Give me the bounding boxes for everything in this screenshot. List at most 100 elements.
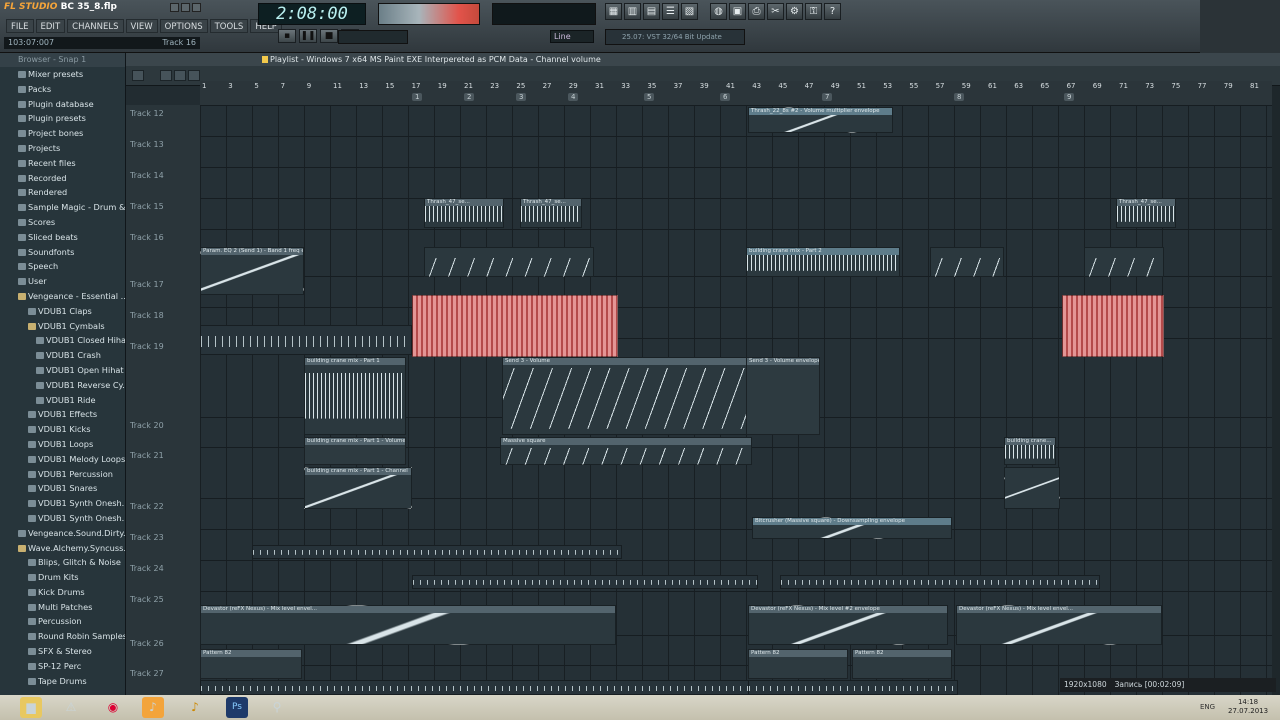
play-button[interactable]: ❚❚ xyxy=(299,29,317,43)
playlist-clip[interactable]: building crane mix - Part 1 xyxy=(304,357,406,435)
menu-item[interactable]: FILE xyxy=(6,19,34,33)
track-name[interactable]: Track 13 xyxy=(130,140,164,149)
menu-item[interactable]: CHANNELS xyxy=(67,19,124,33)
playlist-clip[interactable] xyxy=(1084,247,1164,277)
playlist-clip[interactable]: Send 3 - Volume envelope xyxy=(746,357,820,435)
track-name[interactable]: Track 25 xyxy=(130,595,164,604)
browser-item[interactable]: Recorded xyxy=(0,171,125,186)
track-lane[interactable] xyxy=(200,167,1272,198)
browser-item[interactable]: VDUB1 Ride xyxy=(0,393,125,408)
browser-item[interactable]: Plugin database xyxy=(0,97,125,112)
playlist-clip[interactable]: Thrash_22_8s #2 - Volume multiplier enve… xyxy=(748,107,893,133)
browser-item[interactable]: VDUB1 Crash xyxy=(0,348,125,363)
playlist-clip[interactable] xyxy=(1062,295,1164,357)
track-name[interactable]: Track 19 xyxy=(130,342,164,351)
minimize-icon[interactable] xyxy=(170,3,179,12)
track-lane[interactable] xyxy=(200,105,1272,136)
system-clock[interactable]: 14:18 27.07.2013 xyxy=(1228,698,1268,716)
pattern-song-toggle[interactable]: ▪ xyxy=(278,29,296,43)
playlist-clip[interactable]: building crane mix - Part 1 - Channel xyxy=(304,467,412,509)
timeline-ruler[interactable]: 1 3 5 7 9 11 13 15 17 19 21 23 25 27 29 31 33 35 37 39 41 43 4… xyxy=(200,81,1272,105)
snap-selector[interactable]: Line xyxy=(550,30,594,43)
playlist-clip[interactable] xyxy=(412,575,758,589)
track-name[interactable]: Track 17 xyxy=(130,280,164,289)
taskbar-explorer[interactable]: ▆ xyxy=(20,697,42,718)
ruler-section-marker[interactable]: 1 xyxy=(412,93,423,101)
browser-item[interactable]: VDUB1 Kicks xyxy=(0,422,125,437)
browser-item[interactable]: VDUB1 Synth Onesh... xyxy=(0,511,125,526)
mixer-icon[interactable]: ☰ xyxy=(662,3,679,20)
playlist-icon[interactable]: ▦ xyxy=(605,3,622,20)
ruler-section-marker[interactable]: 9 xyxy=(1064,93,1075,101)
playlist-clip[interactable]: Send 3 - Volume xyxy=(502,357,754,435)
playlist-clip[interactable]: Pattern 82 xyxy=(200,649,302,679)
taskbar-fl-studio-2[interactable]: ♪ xyxy=(184,697,206,718)
playlist-clip[interactable]: Devastor (reFX Nexus) - Mix level envel.… xyxy=(200,605,616,645)
browser-item[interactable]: Kick Drums xyxy=(0,585,125,600)
track-name[interactable]: Track 20 xyxy=(130,421,164,430)
pl-paint-icon[interactable] xyxy=(174,70,186,81)
track-name[interactable]: Track 21 xyxy=(130,451,164,460)
taskbar-app-1[interactable]: ⚠ xyxy=(60,697,82,718)
track-name[interactable]: Track 15 xyxy=(130,202,164,211)
browser-item[interactable]: VDUB1 Melody Loops xyxy=(0,452,125,467)
browser-item[interactable]: Rendered xyxy=(0,185,125,200)
stop-button[interactable]: ■ xyxy=(320,29,338,43)
browser-icon[interactable]: ▧ xyxy=(681,3,698,20)
browser-item[interactable]: Project bones xyxy=(0,126,125,141)
browser-item[interactable]: VDUB1 Reverse Cy... xyxy=(0,378,125,393)
browser-item[interactable]: Recent files xyxy=(0,156,125,171)
browser-item[interactable]: VDUB1 Effects xyxy=(0,407,125,422)
playlist-clip[interactable]: Devastor (reFX Nexus) - Mix level #2 env… xyxy=(748,605,948,645)
news-ticker[interactable]: 25.07: VST 32/64 Bit Update xyxy=(605,29,745,45)
lock-icon[interactable]: ⚿ xyxy=(805,3,822,20)
playlist-clip[interactable] xyxy=(748,680,958,695)
playlist-clip[interactable] xyxy=(930,247,1004,277)
browser-item[interactable]: Drum Kits xyxy=(0,570,125,585)
track-name[interactable]: Track 16 xyxy=(130,233,164,242)
browser-item[interactable]: SP-12 Perc xyxy=(0,659,125,674)
browser-item[interactable]: Percussion xyxy=(0,614,125,629)
tools-icon[interactable]: ✂ xyxy=(767,3,784,20)
ruler-section-marker[interactable]: 2 xyxy=(464,93,475,101)
track-lane[interactable] xyxy=(200,198,1272,229)
browser-item[interactable]: VDUB1 Claps xyxy=(0,304,125,319)
browser-item[interactable]: VDUB1 Open Hihat xyxy=(0,363,125,378)
browser-item[interactable]: Sliced beats xyxy=(0,230,125,245)
browser-item[interactable]: VDUB1 Cymbals xyxy=(0,319,125,334)
cpu-icon[interactable]: ◍ xyxy=(710,3,727,20)
playlist-clip[interactable]: Bitcrusher (Massive square) - Downsampli… xyxy=(752,517,952,539)
track-name[interactable]: Track 14 xyxy=(130,171,164,180)
browser-item[interactable]: VDUB1 Percussion xyxy=(0,467,125,482)
piano-roll-icon[interactable]: ▥ xyxy=(624,3,641,20)
browser-item[interactable]: User xyxy=(0,274,125,289)
render-icon[interactable]: ▣ xyxy=(729,3,746,20)
playlist-clip[interactable]: building crane mix - Part 1 - Volume xyxy=(304,437,406,465)
playlist-clip[interactable]: Thrash_47_se... xyxy=(1116,198,1176,228)
browser-item[interactable]: Vengeance - Essential ... xyxy=(0,289,125,304)
ruler-section-marker[interactable]: 8 xyxy=(954,93,965,101)
browser-item[interactable]: Vengeance.Sound.Dirty... xyxy=(0,526,125,541)
browser-item[interactable]: Tape Drums xyxy=(0,674,125,689)
browser-item[interactable]: Sample Magic - Drum & ... xyxy=(0,200,125,215)
browser-item[interactable]: Mixer presets xyxy=(0,67,125,82)
browser-item[interactable]: Blips, Glitch & Noise xyxy=(0,555,125,570)
language-indicator[interactable]: ENG xyxy=(1200,703,1215,711)
pattern-selector[interactable] xyxy=(338,30,408,44)
song-time-display[interactable]: 2:08:00 xyxy=(258,3,366,25)
track-name[interactable]: Track 26 xyxy=(130,639,164,648)
playlist-clip[interactable]: building crane mix - Part 2 xyxy=(746,247,900,277)
browser-item[interactable]: Speech xyxy=(0,259,125,274)
arrangement-grid[interactable]: Thrash_22_8s #2 - Volume multiplier enve… xyxy=(200,105,1272,695)
browser-item[interactable]: VDUB1 Synth Onesh... xyxy=(0,496,125,511)
browser-header[interactable]: Browser - Snap 1 xyxy=(0,53,125,67)
save-icon[interactable]: ⎙ xyxy=(748,3,765,20)
playlist-clip[interactable] xyxy=(200,680,760,695)
taskbar-chrome[interactable]: ◉ xyxy=(102,697,124,718)
ruler-section-marker[interactable]: 5 xyxy=(644,93,655,101)
playlist-clip[interactable]: Pattern 82 xyxy=(852,649,952,679)
taskbar-app-2[interactable]: ⚲ xyxy=(266,697,288,718)
track-name[interactable]: Track 22 xyxy=(130,502,164,511)
playlist-clip[interactable]: Pattern 82 xyxy=(748,649,848,679)
menu-item[interactable]: EDIT xyxy=(35,19,66,33)
